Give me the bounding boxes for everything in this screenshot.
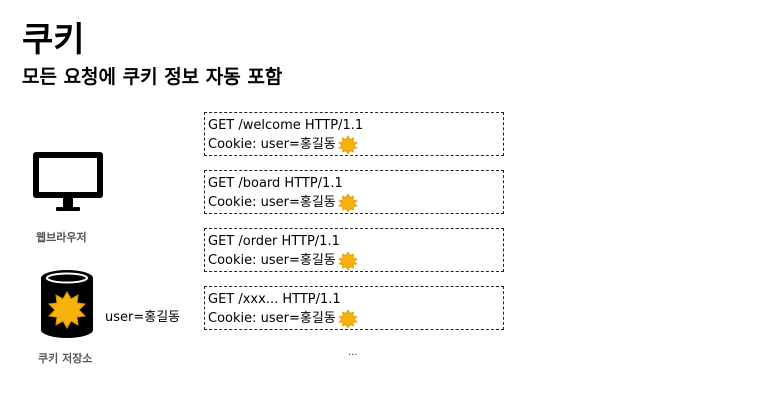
more-requests-ellipsis: ... <box>348 347 358 358</box>
cookie-header: Cookie: user=홍길동 <box>208 137 336 152</box>
request-line: GET /order HTTP/1.1 <box>208 234 340 249</box>
browser-label: 웹브라우저 <box>36 231 87 244</box>
request-line: GET /welcome HTTP/1.1 <box>208 118 364 133</box>
stored-cookie-value: user=홍길동 <box>105 310 181 325</box>
monitor-icon <box>33 152 103 211</box>
cookie-icon <box>337 193 358 213</box>
request-box: GET /xxx... HTTP/1.1 Cookie: user=홍길동 <box>204 286 504 330</box>
cookie-icon <box>337 251 358 271</box>
cookie-icon <box>337 135 358 155</box>
cookie-header: Cookie: user=홍길동 <box>208 195 336 210</box>
cookie-icon <box>337 309 358 329</box>
cookie-header: Cookie: user=홍길동 <box>208 253 336 268</box>
request-line: GET /xxx... HTTP/1.1 <box>208 292 341 307</box>
page-subtitle: 모든 요청에 쿠키 정보 자동 포함 <box>22 66 283 88</box>
request-box: GET /board HTTP/1.1 Cookie: user=홍길동 <box>204 170 504 214</box>
request-box: GET /order HTTP/1.1 Cookie: user=홍길동 <box>204 228 504 272</box>
cookie-header: Cookie: user=홍길동 <box>208 311 336 326</box>
request-box: GET /welcome HTTP/1.1 Cookie: user=홍길동 <box>204 112 504 156</box>
database-icon <box>41 270 93 338</box>
cookie-store-label: 쿠키 저장소 <box>38 352 93 365</box>
page-title: 쿠키 <box>22 20 85 60</box>
request-line: GET /board HTTP/1.1 <box>208 176 343 191</box>
